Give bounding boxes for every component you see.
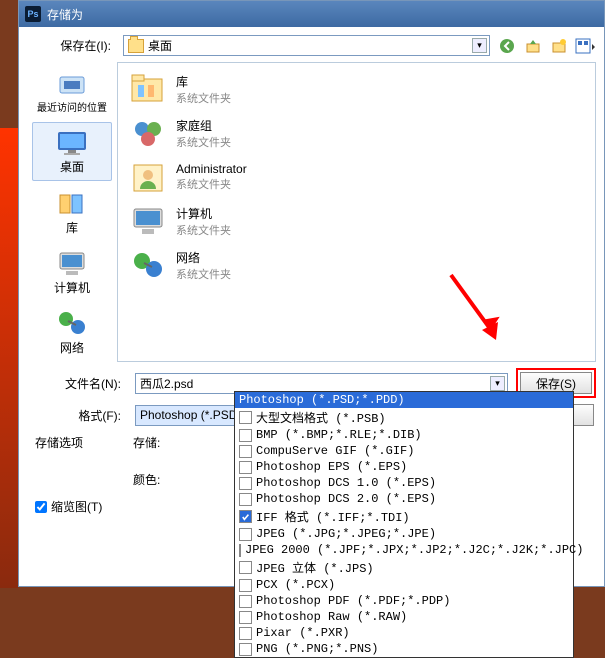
store-options-header: 存储选项 bbox=[35, 434, 83, 451]
sidebar-item-computer[interactable]: 计算机 bbox=[32, 243, 112, 301]
color-label: 颜色: bbox=[133, 471, 160, 488]
chevron-down-icon: ▾ bbox=[490, 376, 505, 391]
user-icon bbox=[128, 159, 168, 195]
format-option[interactable]: PCX (*.PCX) bbox=[235, 577, 573, 593]
new-folder-icon[interactable] bbox=[548, 36, 570, 56]
view-icon[interactable] bbox=[574, 36, 596, 56]
folder-icon bbox=[128, 39, 144, 53]
list-item[interactable]: 库系统文件夹 bbox=[122, 67, 591, 111]
photoshop-icon: Ps bbox=[25, 6, 41, 22]
save-in-label: 保存在(I): bbox=[27, 37, 117, 54]
store-label: 存储: bbox=[133, 434, 160, 451]
sidebar-label: 库 bbox=[66, 219, 78, 236]
format-option[interactable]: Photoshop DCS 1.0 (*.EPS) bbox=[235, 475, 573, 491]
sidebar-item-desktop[interactable]: 桌面 bbox=[32, 122, 112, 180]
sidebar-label: 桌面 bbox=[60, 158, 84, 175]
computer-icon bbox=[128, 203, 168, 239]
format-option[interactable]: JPEG 立体 (*.JPS) bbox=[235, 558, 573, 577]
list-item[interactable]: 家庭组系统文件夹 bbox=[122, 111, 591, 155]
list-item[interactable]: Administrator系统文件夹 bbox=[122, 155, 591, 199]
format-dropdown[interactable]: Photoshop (*.PSD;*.PDD)大型文档格式 (*.PSB)BMP… bbox=[234, 391, 574, 658]
list-item[interactable]: 网络系统文件夹 bbox=[122, 243, 591, 287]
file-list[interactable]: 库系统文件夹 家庭组系统文件夹 Administrator系统文件夹 计算机系统… bbox=[117, 62, 596, 362]
format-option[interactable]: Photoshop PDF (*.PDF;*.PDP) bbox=[235, 593, 573, 609]
chevron-down-icon: ▾ bbox=[472, 38, 487, 53]
format-option[interactable]: Photoshop EPS (*.EPS) bbox=[235, 459, 573, 475]
format-option[interactable]: IFF 格式 (*.IFF;*.TDI) bbox=[235, 507, 573, 526]
sidebar-item-recent[interactable]: 最近访问的位置 bbox=[32, 62, 112, 120]
places-sidebar: 最近访问的位置 桌面 库 计算机 网络 bbox=[27, 62, 117, 362]
background-strip bbox=[0, 128, 18, 588]
list-item[interactable]: 计算机系统文件夹 bbox=[122, 199, 591, 243]
sidebar-item-network[interactable]: 网络 bbox=[32, 304, 112, 362]
back-icon[interactable] bbox=[496, 36, 518, 56]
titlebar: Ps 存储为 bbox=[19, 1, 604, 27]
location-value: 桌面 bbox=[148, 37, 172, 54]
format-option[interactable]: JPEG (*.JPG;*.JPEG;*.JPE) bbox=[235, 526, 573, 542]
dialog-title: 存储为 bbox=[47, 6, 83, 23]
format-option[interactable]: CompuServe GIF (*.GIF) bbox=[235, 443, 573, 459]
homegroup-icon bbox=[128, 115, 168, 151]
sidebar-label: 最近访问的位置 bbox=[37, 99, 107, 114]
format-option[interactable]: BMP (*.BMP;*.RLE;*.DIB) bbox=[235, 427, 573, 443]
toolbar-icons bbox=[496, 36, 596, 56]
format-label: 格式(F): bbox=[27, 407, 127, 424]
filename-label: 文件名(N): bbox=[27, 375, 127, 392]
format-option[interactable]: Pixar (*.PXR) bbox=[235, 625, 573, 641]
format-option[interactable]: JPEG 2000 (*.JPF;*.JPX;*.JP2;*.J2C;*.J2K… bbox=[235, 542, 573, 558]
libraries-icon bbox=[128, 71, 168, 107]
thumbnail-checkbox-input[interactable] bbox=[35, 501, 47, 513]
format-option[interactable]: PNG (*.PNG;*.PNS) bbox=[235, 641, 573, 657]
network-icon bbox=[128, 247, 168, 283]
format-option[interactable]: Photoshop (*.PSD;*.PDD) bbox=[235, 392, 573, 408]
format-option[interactable]: Photoshop Raw (*.RAW) bbox=[235, 609, 573, 625]
sidebar-label: 网络 bbox=[60, 339, 84, 356]
sidebar-item-libraries[interactable]: 库 bbox=[32, 183, 112, 241]
up-icon[interactable] bbox=[522, 36, 544, 56]
location-combo[interactable]: 桌面 ▾ bbox=[123, 35, 490, 56]
sidebar-label: 计算机 bbox=[54, 279, 90, 296]
format-option[interactable]: 大型文档格式 (*.PSB) bbox=[235, 408, 573, 427]
format-option[interactable]: Photoshop DCS 2.0 (*.EPS) bbox=[235, 491, 573, 507]
